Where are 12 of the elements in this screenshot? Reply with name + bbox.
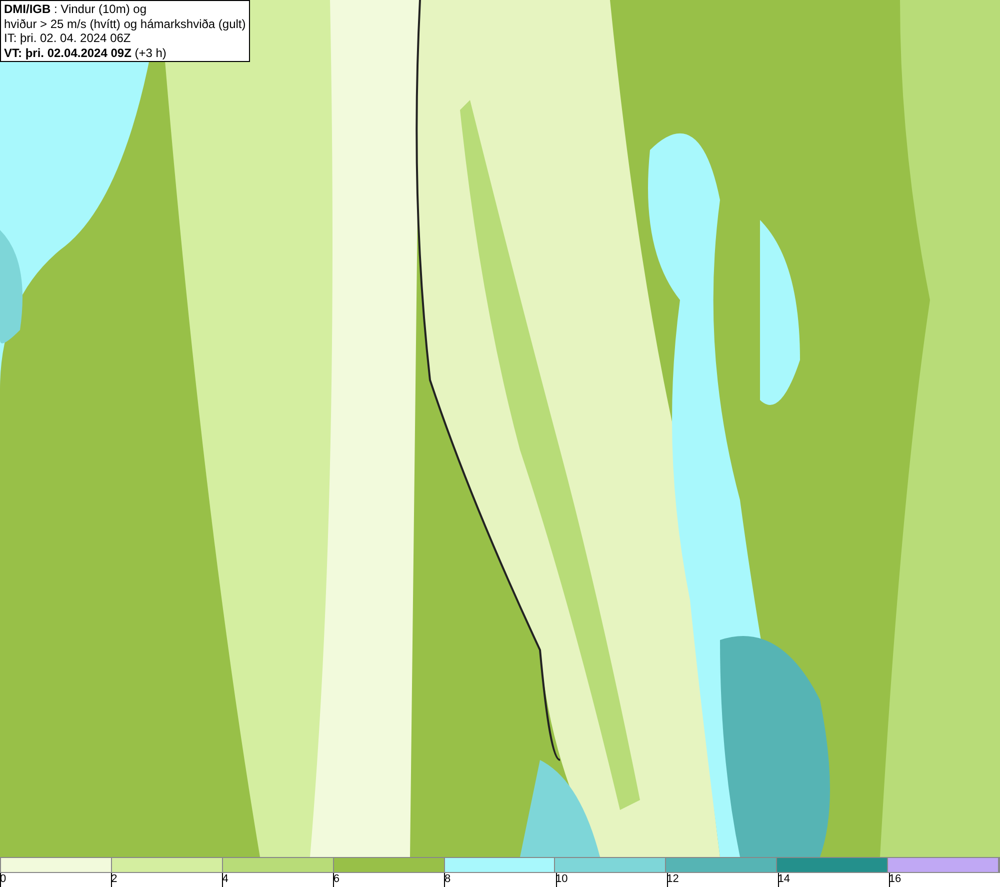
info-line: IT: þri. 02. 04. 2024 06Z [4,31,132,46]
info-line: VT: þri. 02.04.2024 09Z (+3 h) [4,46,168,60]
scale-label: 2 [111,873,118,885]
scale-label: 6 [333,873,340,885]
scale-label: 14 [778,873,790,885]
scale-label: 8 [444,873,451,885]
scale-label: 10 [556,873,568,885]
info-line: DMI/IGB : Vindur (10m) og [4,2,148,16]
info-line: hviður > 25 m/s (hvítt) og hámarkshviða (gult) [4,16,246,31]
scale-label: 4 [222,873,228,885]
scale-label: 12 [666,873,679,885]
scale-label: 16 [888,873,902,885]
